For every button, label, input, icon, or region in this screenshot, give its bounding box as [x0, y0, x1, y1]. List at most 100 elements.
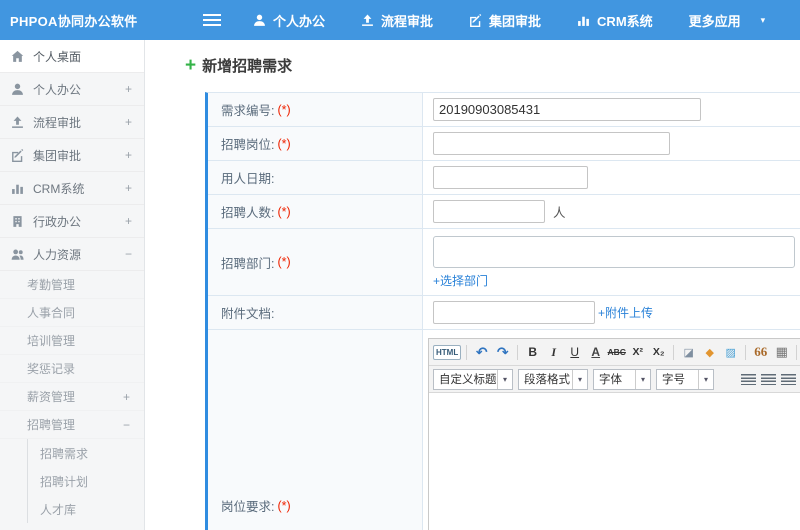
expand-toggle[interactable]: +	[125, 82, 132, 96]
field-label: 招聘人数: (*)	[208, 195, 423, 228]
italic-icon[interactable]: I	[544, 343, 563, 362]
bold-icon[interactable]: B	[523, 343, 542, 362]
label-text: 需求编号:	[221, 104, 275, 118]
unit-suffix: 人	[553, 206, 566, 220]
nav-personal-office[interactable]: 个人办公	[253, 11, 325, 30]
chevron-down-icon	[635, 369, 650, 389]
sidebar-subitem-label: 考勤管理	[27, 278, 76, 292]
expand-toggle[interactable]: +	[123, 390, 130, 404]
position-input[interactable]	[433, 132, 670, 155]
table-icon[interactable]: ▦	[772, 343, 791, 362]
eraser-icon[interactable]: ◪	[679, 343, 698, 362]
sidebar-subitem-attendance[interactable]: 考勤管理	[0, 271, 144, 299]
sidebar-subitem-hr-contract[interactable]: 人事合同	[0, 299, 144, 327]
sidebar-subitem-label: 招聘管理	[27, 418, 76, 432]
undo-icon[interactable]: ↶	[472, 343, 491, 362]
nav-label: CRM系统	[597, 13, 653, 29]
nav-label: 个人办公	[273, 13, 326, 29]
headcount-input[interactable]	[433, 200, 545, 223]
app-window: PHPOA协同办公软件 个人办公 流程审批 集团审批 CRM系统 更多应用 ▾	[0, 0, 800, 530]
nav-label: 更多应用	[688, 13, 741, 29]
sidebar-subitem-recruit-demand[interactable]: 招聘需求	[28, 439, 144, 467]
sidebar-item-label: 个人桌面	[33, 49, 82, 64]
demand-number-input[interactable]	[433, 98, 701, 121]
format-brush-icon[interactable]: ◆	[700, 343, 719, 362]
expand-toggle[interactable]: +	[125, 148, 132, 162]
html-source-button[interactable]: HTML	[433, 344, 462, 360]
menu-icon[interactable]	[201, 9, 223, 31]
sidebar-subitem-rewards[interactable]: 奖惩记录	[0, 355, 144, 383]
field-label: 用人日期:	[208, 161, 423, 194]
field-label: 招聘岗位: (*)	[208, 127, 423, 160]
page-title-text: 新增招聘需求	[202, 57, 293, 75]
hire-date-input[interactable]	[433, 166, 588, 189]
top-navigation: 个人办公 流程审批 集团审批 CRM系统 更多应用 ▾	[253, 11, 765, 30]
collapse-toggle[interactable]: −	[123, 418, 130, 432]
label-text: 招聘岗位:	[221, 138, 275, 152]
form-row: 需求编号: (*)	[208, 93, 800, 127]
sidebar-subitem-label: 招聘需求	[40, 446, 89, 461]
required-marker: (*)	[277, 204, 291, 219]
sidebar-item-admin-office[interactable]: 行政办公 +	[0, 205, 144, 238]
required-marker: (*)	[277, 498, 291, 513]
strikethrough-icon[interactable]: ABC	[607, 343, 626, 362]
expand-toggle[interactable]: +	[125, 115, 132, 129]
sidebar-item-group-approval[interactable]: 集团审批 +	[0, 139, 144, 172]
sidebar-subitem-recruit-plan[interactable]: 招聘计划	[28, 467, 144, 495]
toolbar-separator	[673, 344, 675, 360]
department-textarea[interactable]	[433, 236, 795, 268]
form-row: 用人日期:	[208, 161, 800, 195]
hamburger-bars	[203, 19, 221, 21]
nav-label: 流程审批	[381, 13, 434, 29]
nav-group-approval[interactable]: 集团审批	[469, 11, 541, 30]
blockquote-icon[interactable]: 66	[751, 343, 770, 362]
attachment-upload-link[interactable]: +附件上传	[598, 304, 653, 321]
align-right-icon[interactable]	[781, 373, 796, 385]
sidebar-subitem-salary[interactable]: 薪资管理 +	[0, 383, 144, 411]
chevron-down-icon	[698, 369, 713, 389]
field-label: 岗位要求: (*)	[208, 330, 423, 530]
sidebar-subitem-recruitment[interactable]: 招聘管理 −	[0, 411, 144, 439]
align-left-icon[interactable]	[741, 373, 756, 385]
sidebar-item-hr[interactable]: 人力资源 −	[0, 238, 144, 271]
superscript-icon[interactable]: X²	[628, 343, 647, 362]
recruitment-submenu: 招聘需求 招聘计划 人才库	[27, 439, 144, 523]
sidebar-item-crm[interactable]: CRM系统 +	[0, 172, 144, 205]
form-row: 招聘岗位: (*)	[208, 127, 800, 161]
field-value	[423, 127, 800, 160]
sidebar-subitem-talent-pool[interactable]: 人才库	[28, 495, 144, 523]
sidebar-subitem-training[interactable]: 培训管理	[0, 327, 144, 355]
top-bar: PHPOA协同办公软件 个人办公 流程审批 集团审批 CRM系统 更多应用 ▾	[0, 0, 800, 40]
subscript-icon[interactable]: X₂	[649, 343, 668, 362]
fill-color-icon[interactable]: ▨	[721, 343, 740, 362]
chevron-down-icon	[497, 369, 512, 389]
underline-icon[interactable]: U	[565, 343, 584, 362]
requirements-editor-content[interactable]	[429, 393, 800, 530]
nav-more-apps[interactable]: 更多应用 ▾	[689, 11, 766, 30]
nav-workflow-approval[interactable]: 流程审批	[361, 11, 433, 30]
sidebar-item-personal-office[interactable]: 个人办公 +	[0, 73, 144, 106]
font-size-select[interactable]: 字号	[656, 368, 714, 390]
font-family-select[interactable]: 字体	[593, 368, 651, 390]
editor-toolbar-row2: 自定义标题 段落格式 字体 字号	[429, 366, 800, 393]
label-text: 招聘部门:	[221, 256, 275, 271]
font-underline-icon[interactable]: A	[586, 343, 605, 362]
redo-icon[interactable]: ↷	[493, 343, 512, 362]
sidebar-item-label: 流程审批	[33, 115, 82, 130]
select-department-link[interactable]: +选择部门	[433, 272, 488, 289]
paragraph-format-select[interactable]: 段落格式	[518, 368, 588, 390]
field-value: HTML ↶ ↷ B I U A ABC X² X₂ ◪ ◆ ▨ 66 ▦ 自定…	[423, 330, 800, 530]
select-value: 字体	[599, 374, 622, 386]
custom-heading-select[interactable]: 自定义标题	[433, 368, 513, 390]
field-label: 附件文档:	[208, 296, 423, 329]
sidebar-item-desktop[interactable]: 个人桌面	[0, 40, 144, 73]
sidebar-item-workflow[interactable]: 流程审批 +	[0, 106, 144, 139]
align-center-icon[interactable]	[761, 373, 776, 385]
nav-crm-system[interactable]: CRM系统	[577, 11, 653, 30]
attachment-input[interactable]	[433, 301, 595, 324]
expand-toggle[interactable]: +	[125, 181, 132, 195]
label-text: 用人日期:	[221, 172, 275, 186]
collapse-toggle[interactable]: −	[125, 247, 132, 261]
expand-toggle[interactable]: +	[125, 214, 132, 228]
form-row: 招聘人数: (*) 人	[208, 195, 800, 229]
